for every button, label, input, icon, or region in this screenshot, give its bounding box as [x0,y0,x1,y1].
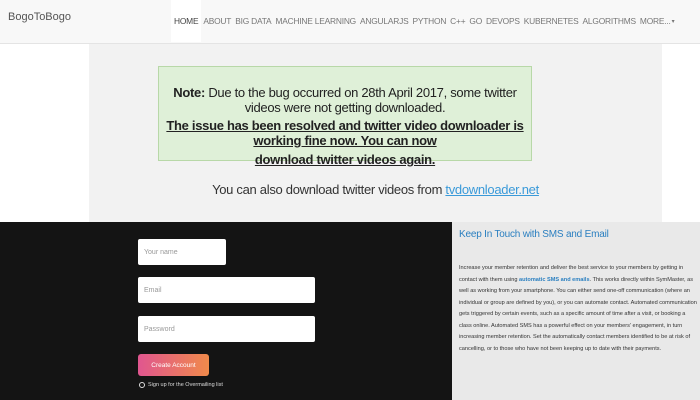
note-box: Note: Due to the bug occurred on 28th Ap… [158,66,532,167]
article-content: Note: Due to the bug occurred on 28th Ap… [89,44,662,222]
nav-item-devops[interactable]: DEVOPS [484,0,522,42]
nav-item-machine-learning[interactable]: MACHINE LEARNING [273,0,358,42]
alternate-download-line: You can also download twitter videos fro… [89,182,662,197]
note-line-2: The issue has been resolved and twitter … [166,118,524,148]
right-gutter [662,44,700,222]
nav-item-go[interactable]: GO [467,0,484,42]
mailing-list-label: Sign up for the Overmailing list [148,382,223,388]
email-input[interactable]: Email [138,277,315,303]
main-nav: HOME ABOUT BIG DATA MACHINE LEARNING ANG… [171,0,676,42]
nav-item-python[interactable]: PYTHON [410,0,448,42]
nav-item-cpp[interactable]: C++ [448,0,467,42]
automatic-sms-link[interactable]: automatic SMS and emails [519,277,590,283]
nav-item-big-data[interactable]: BIG DATA [233,0,273,42]
nav-item-about[interactable]: ABOUT [201,0,233,42]
mailing-list-radio[interactable] [139,382,145,388]
nav-item-home[interactable]: HOME [171,0,202,42]
caret-down-icon: ▾ [671,18,675,25]
note-line-1: Note: Due to the bug occurred on 28th Ap… [159,85,531,115]
note-line-3: download twitter videos again. [254,152,436,167]
note-prefix: Note: [173,85,205,100]
nav-item-more-label: MORE... [639,16,671,26]
nav-item-more[interactable]: MORE... ▾ [638,0,677,42]
info-body-rest: . This works directly within SymMaster, … [459,276,697,352]
info-panel: Keep In Touch with SMS and Email Increas… [452,222,700,400]
site-brand[interactable]: BogoToBogo [8,11,71,23]
left-gutter [0,44,89,222]
top-navbar: BogoToBogo HOME ABOUT BIG DATA MACHINE L… [0,0,700,44]
nav-item-angularjs[interactable]: ANGULARJS [358,0,410,42]
info-title: Keep In Touch with SMS and Email [459,229,609,240]
password-input[interactable]: Password [138,316,315,342]
signup-panel: Your name Email Password Create Account … [0,222,452,400]
info-body: Increase your member retention and deliv… [459,263,697,355]
alternate-download-text: You can also download twitter videos fro… [212,182,443,197]
tvdownloader-link[interactable]: tvdownloader.net [445,182,539,197]
nav-item-kubernetes[interactable]: KUBERNETES [522,0,581,42]
create-account-button[interactable]: Create Account [138,354,209,376]
note-text: Due to the bug occurred on 28th April 20… [208,85,517,115]
name-input[interactable]: Your name [138,239,226,265]
nav-item-algorithms[interactable]: ALGORITHMS [581,0,638,42]
mailing-list-option: Sign up for the Overmailing list [139,382,223,388]
